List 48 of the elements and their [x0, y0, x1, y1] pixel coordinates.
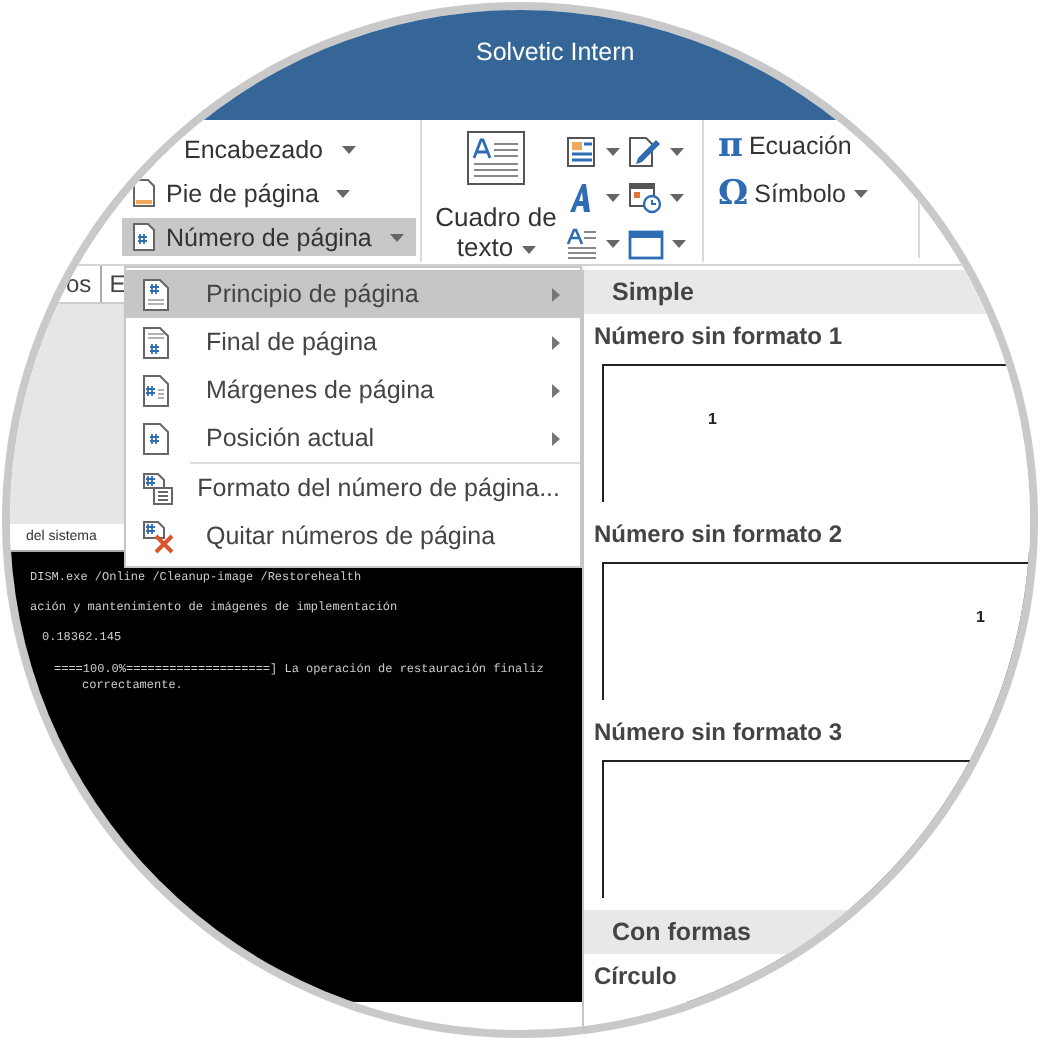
text-box-icon — [466, 130, 526, 186]
ribbon-icon-button[interactable] — [566, 226, 620, 262]
page-number-icon — [142, 421, 170, 455]
ribbon-button[interactable]: Encabezado — [122, 130, 368, 168]
page-top-icon — [142, 277, 170, 311]
page-number-icon — [132, 222, 156, 252]
caret-icon — [672, 240, 686, 248]
ribbon-button[interactable]: π Ecuación — [718, 126, 918, 166]
ribbon-icon-button[interactable] — [628, 180, 686, 216]
page-icon — [132, 178, 156, 208]
caret-icon — [606, 194, 620, 202]
caret-icon — [606, 148, 620, 156]
menu-item[interactable]: Márgenes de página — [126, 366, 580, 414]
caret-icon — [670, 148, 684, 156]
menu-item[interactable]: Posición actual — [126, 414, 580, 462]
window-title: Solvetic Intern — [476, 38, 635, 66]
page-number: 1 — [976, 608, 985, 626]
page-margin-icon — [142, 373, 170, 407]
ribbon-button[interactable]: Pie de página — [122, 174, 363, 212]
menu-item[interactable]: Final de página — [126, 318, 580, 366]
menu-item[interactable]: Quitar números de página — [126, 512, 580, 560]
page-preview[interactable]: 1 — [602, 562, 1030, 700]
menu-item[interactable]: Principio de página — [126, 270, 580, 318]
remove-page-number-icon — [142, 519, 176, 553]
caret-icon — [670, 194, 684, 202]
ribbon-icon-button[interactable] — [566, 134, 620, 170]
ribbon-button[interactable]: Número de página — [122, 218, 416, 256]
text-box-button[interactable]: Cuadro de texto — [434, 130, 558, 262]
ribbon-icon-button[interactable] — [566, 180, 620, 216]
menu-item[interactable]: Formato del número de página... — [126, 464, 580, 512]
gallery-item-label: Número sin formato 3 — [592, 716, 845, 750]
page-preview[interactable]: 1 — [602, 364, 1030, 502]
caret-icon — [606, 240, 620, 248]
object-icon — [628, 229, 664, 259]
drop-cap-icon — [566, 228, 598, 260]
ribbon-tab[interactable]: os — [58, 266, 102, 302]
page-bottom-icon — [142, 325, 170, 359]
gallery-item-label: Número sin formato 1 — [592, 320, 845, 354]
page-number: 1 — [708, 410, 717, 428]
ribbon-icon-button[interactable] — [628, 134, 686, 170]
ribbon-icon-button[interactable] — [628, 226, 686, 262]
signature-icon — [628, 136, 662, 168]
gallery-item-label: Círculo — [592, 960, 679, 994]
ribbon-button[interactable]: Ω Símbolo — [718, 174, 918, 214]
quick-parts-icon — [566, 136, 598, 168]
calendar-icon — [628, 182, 662, 214]
page-format-icon — [142, 471, 174, 505]
gallery-item-label: Número sin formato 2 — [592, 518, 845, 552]
